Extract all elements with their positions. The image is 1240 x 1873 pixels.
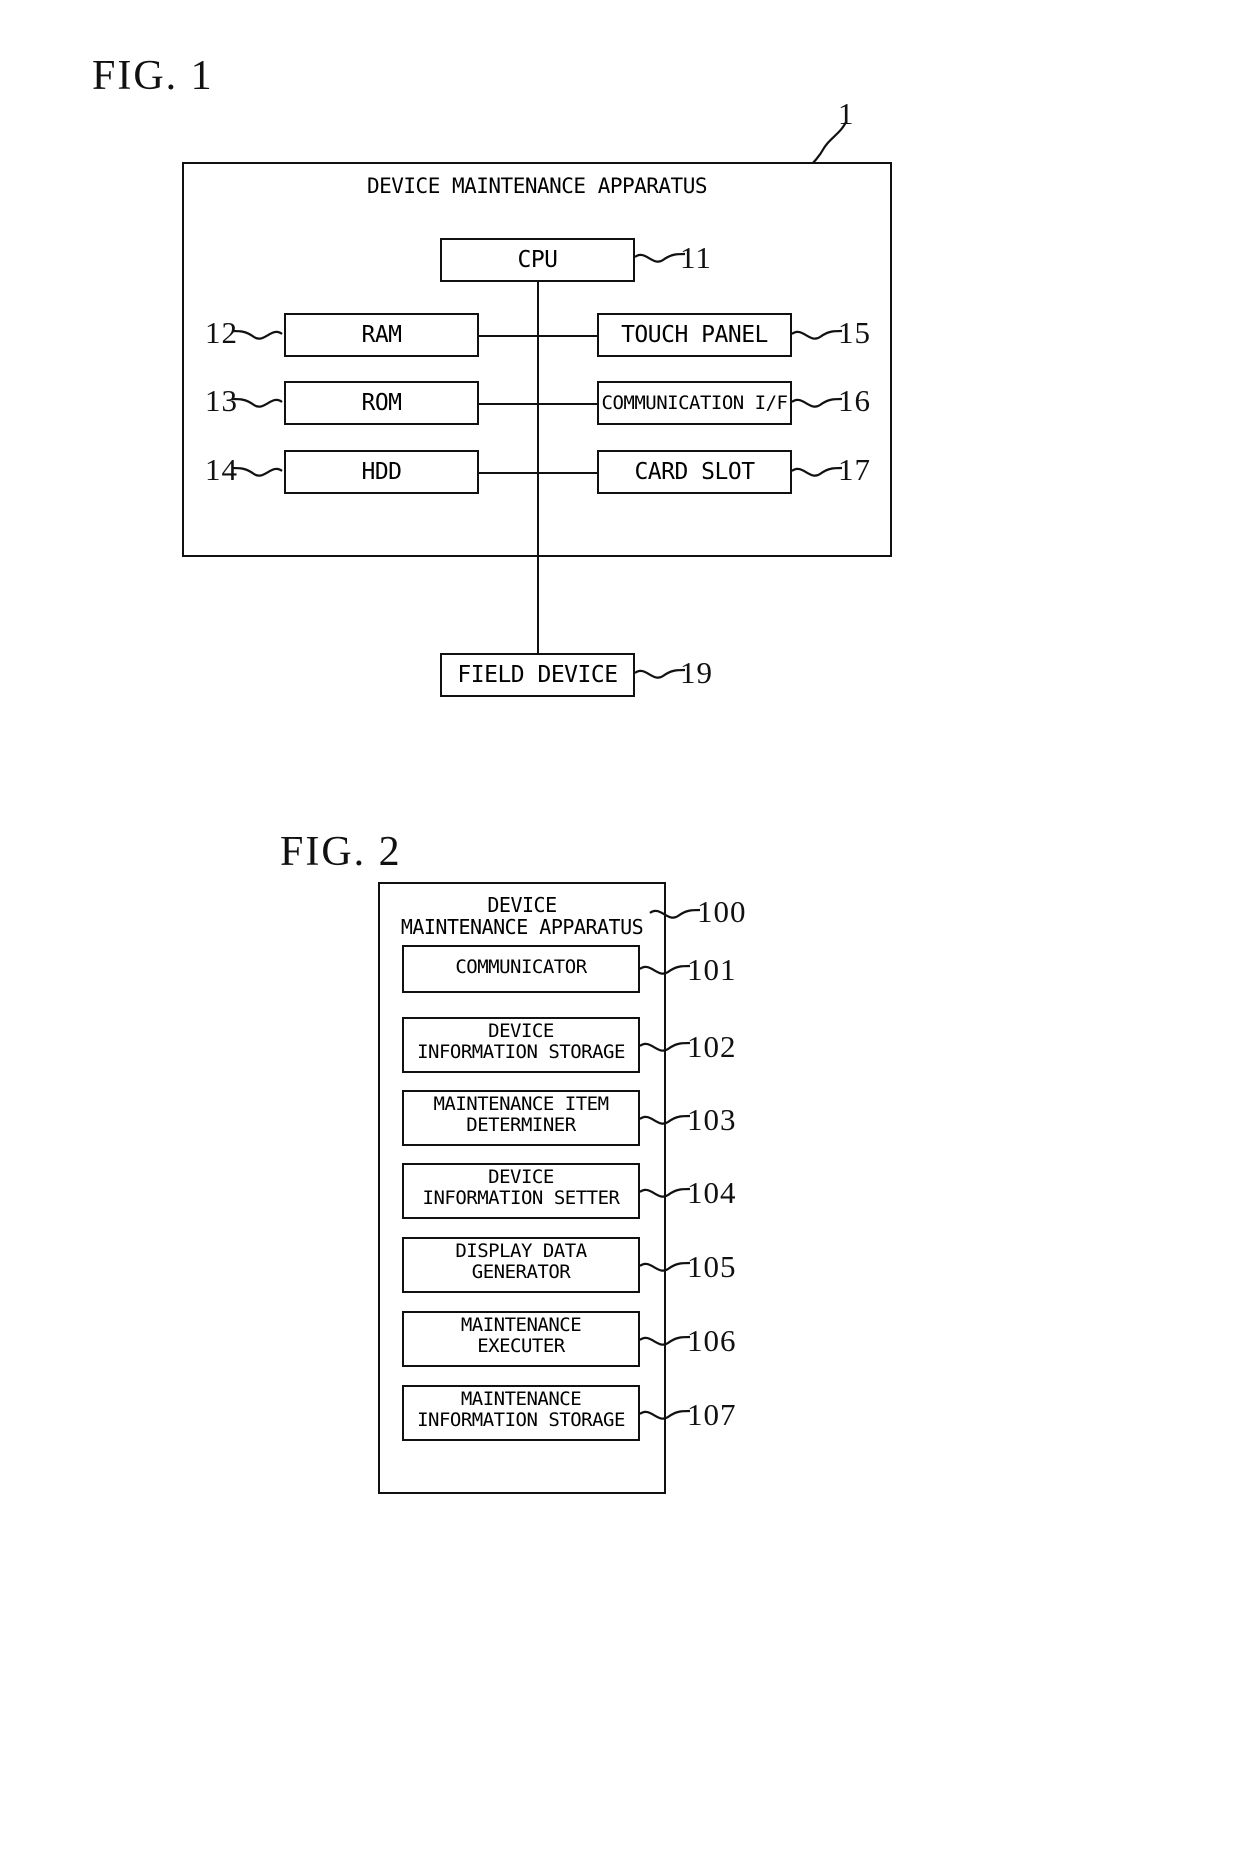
ref-numeral-11: 11 (680, 240, 712, 275)
leader-line-ref-107 (639, 1409, 691, 1420)
block-device-information-storage-label: DEVICE INFORMATION STORAGE (417, 1020, 625, 1063)
connector-bus-card-slot (537, 472, 597, 474)
block-device-information-setter-label: DEVICE INFORMATION SETTER (422, 1166, 620, 1209)
patent-figure-sheet: FIG. 1 1 DEVICE MAINTENANCE APPARATUS CP… (0, 0, 1240, 1873)
device-maintenance-apparatus-label: DEVICE MAINTENANCE APPARATUS (366, 174, 708, 198)
leader-line-ref-106 (639, 1335, 691, 1346)
ref-numeral-1: 1 (838, 96, 855, 131)
ref-numeral-100: 100 (697, 894, 747, 929)
ref-numeral-14: 14 (205, 452, 238, 487)
block-rom-label: ROM (361, 390, 402, 416)
figure-2-title: FIG. 2 (280, 829, 402, 875)
connector-rom-bus (479, 403, 537, 405)
block-maintenance-information-storage-label: MAINTENANCE INFORMATION STORAGE (417, 1388, 625, 1431)
ref-numeral-17: 17 (838, 452, 871, 487)
leader-line-ref-101 (639, 964, 691, 975)
block-touch-panel-label: TOUCH PANEL (621, 322, 768, 348)
ref-numeral-16: 16 (838, 383, 871, 418)
connector-bus-communication-if (537, 403, 597, 405)
block-maintenance-executer-label: MAINTENANCE EXECUTER (460, 1314, 582, 1357)
ref-numeral-12: 12 (205, 315, 238, 350)
leader-line-ref-100 (649, 908, 701, 919)
ref-numeral-13: 13 (205, 383, 238, 418)
device-maintenance-apparatus-label-fig2: DEVICE MAINTENANCE APPARATUS (400, 893, 644, 939)
connector-bus-touch-panel (537, 335, 597, 337)
connector-hdd-bus (479, 472, 537, 474)
ref-numeral-19: 19 (680, 655, 713, 690)
block-ram-label: RAM (361, 322, 402, 348)
block-maintenance-item-determiner-label: MAINTENANCE ITEM DETERMINER (433, 1093, 609, 1136)
block-display-data-generator-label: DISPLAY DATA GENERATOR (455, 1240, 587, 1283)
block-cpu-label: CPU (517, 247, 558, 273)
leader-line-ref-102 (639, 1041, 691, 1052)
ref-numeral-107: 107 (687, 1397, 737, 1432)
ref-numeral-103: 103 (687, 1102, 737, 1137)
ref-numeral-102: 102 (687, 1029, 737, 1064)
leader-line-ref-104 (639, 1187, 691, 1198)
ref-numeral-105: 105 (687, 1249, 737, 1284)
figure-1-title: FIG. 1 (92, 53, 214, 99)
ref-numeral-106: 106 (687, 1323, 737, 1358)
block-card-slot-label: CARD SLOT (634, 459, 755, 485)
connector-ram-bus (479, 335, 537, 337)
block-field-device-label: FIELD DEVICE (457, 662, 618, 688)
block-communicator-label: COMMUNICATOR (455, 956, 587, 978)
block-hdd-label: HDD (361, 459, 402, 485)
ref-numeral-101: 101 (687, 952, 737, 987)
leader-line-ref-103 (639, 1114, 691, 1125)
ref-numeral-15: 15 (838, 315, 871, 350)
connector-apparatus-field-device (537, 557, 539, 653)
leader-line-ref-105 (639, 1261, 691, 1272)
block-communication-if-label: COMMUNICATION I/F (601, 392, 788, 414)
ref-numeral-104: 104 (687, 1175, 737, 1210)
